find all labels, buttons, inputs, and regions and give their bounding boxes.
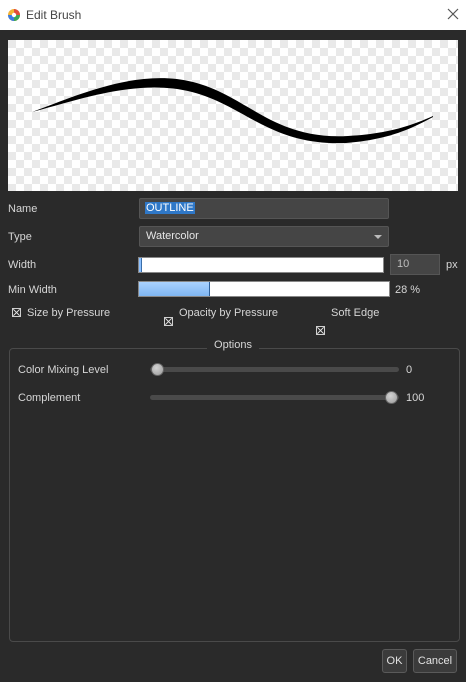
- name-value: OUTLINE: [145, 202, 195, 214]
- width-unit: px: [446, 259, 458, 271]
- type-label: Type: [8, 231, 32, 243]
- color-mixing-knob[interactable]: [151, 363, 164, 376]
- complement-slider[interactable]: [150, 395, 399, 400]
- size-by-pressure-label: Size by Pressure: [27, 307, 111, 319]
- options-title: Options: [207, 339, 259, 351]
- type-value: Watercolor: [146, 230, 199, 242]
- color-mixing-label: Color Mixing Level: [18, 364, 109, 376]
- soft-edge-checkbox[interactable]: [316, 326, 325, 335]
- opacity-by-pressure-label: Opacity by Pressure: [179, 307, 279, 319]
- min-width-label: Min Width: [8, 284, 57, 296]
- soft-edge-label: Soft Edge: [331, 307, 380, 319]
- color-mixing-slider[interactable]: [150, 367, 399, 372]
- cancel-button[interactable]: Cancel: [413, 649, 457, 673]
- width-input[interactable]: 10: [390, 254, 440, 275]
- brush-preview: [8, 40, 458, 191]
- close-icon[interactable]: [444, 5, 462, 23]
- complement-label: Complement: [18, 392, 81, 404]
- opacity-by-pressure-checkbox[interactable]: [164, 317, 173, 326]
- size-by-pressure-checkbox[interactable]: [12, 308, 21, 317]
- window-title: Edit Brush: [26, 8, 82, 22]
- min-width-slider-fill: [139, 282, 210, 296]
- chevron-down-icon: [374, 235, 382, 239]
- min-width-value: 28 %: [395, 284, 421, 296]
- color-mixing-value: 0: [406, 364, 413, 376]
- complement-knob[interactable]: [385, 391, 398, 404]
- name-label: Name: [8, 203, 38, 215]
- name-field[interactable]: OUTLINE: [139, 198, 389, 219]
- type-dropdown[interactable]: Watercolor: [139, 226, 389, 247]
- width-label: Width: [8, 259, 37, 271]
- options-title-wrap: Options: [0, 339, 466, 351]
- complement-value: 100: [406, 392, 425, 404]
- width-slider[interactable]: [138, 257, 384, 273]
- width-slider-fill: [139, 258, 143, 272]
- color-wheel-icon: [8, 9, 20, 21]
- ok-button[interactable]: OK: [382, 649, 407, 673]
- min-width-slider[interactable]: [138, 281, 390, 297]
